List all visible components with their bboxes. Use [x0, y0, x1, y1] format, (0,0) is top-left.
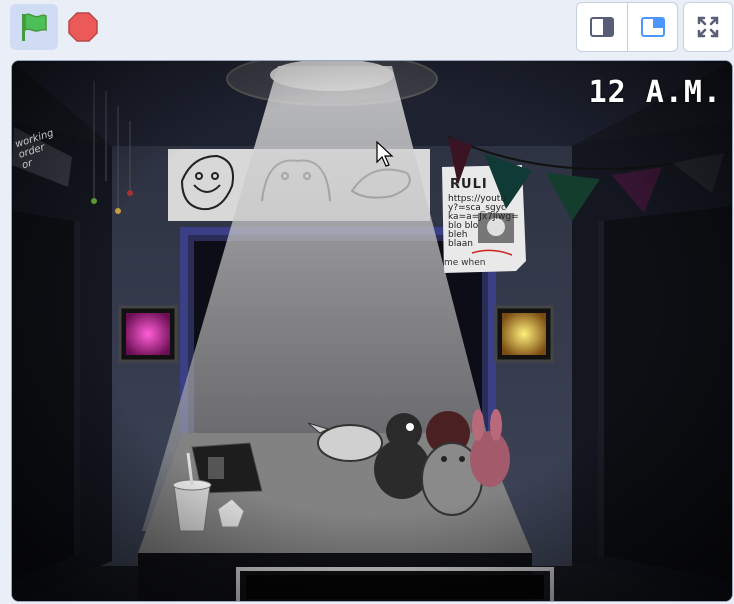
- green-flag-button[interactable]: [10, 4, 58, 50]
- fullscreen-icon: [697, 16, 719, 38]
- normal-stage-button[interactable]: [627, 3, 677, 51]
- fullscreen-button[interactable]: [683, 2, 733, 52]
- night-time-label: 12 A.M.: [588, 75, 722, 110]
- office-scene: [12, 61, 732, 601]
- player-toolbar: [0, 0, 734, 58]
- stop-button[interactable]: [62, 4, 104, 50]
- small-stage-icon: [590, 17, 614, 37]
- poster-line: blaan: [448, 239, 473, 249]
- mouse-cursor-icon: [376, 141, 394, 167]
- small-stage-button[interactable]: [577, 3, 627, 51]
- poster-text: https://youtu y?=sca_sgyc ka=a=Jx7Jiwg= …: [448, 195, 519, 249]
- game-stage[interactable]: 12 A.M. working order or RULI https://yo…: [11, 60, 733, 602]
- normal-stage-icon: [641, 17, 665, 37]
- poster-title: RULI: [450, 177, 488, 192]
- stop-sign-icon: [68, 12, 98, 42]
- stage-size-toggle: [576, 2, 678, 52]
- poster-caption: me when: [444, 258, 486, 268]
- green-flag-icon: [22, 13, 47, 41]
